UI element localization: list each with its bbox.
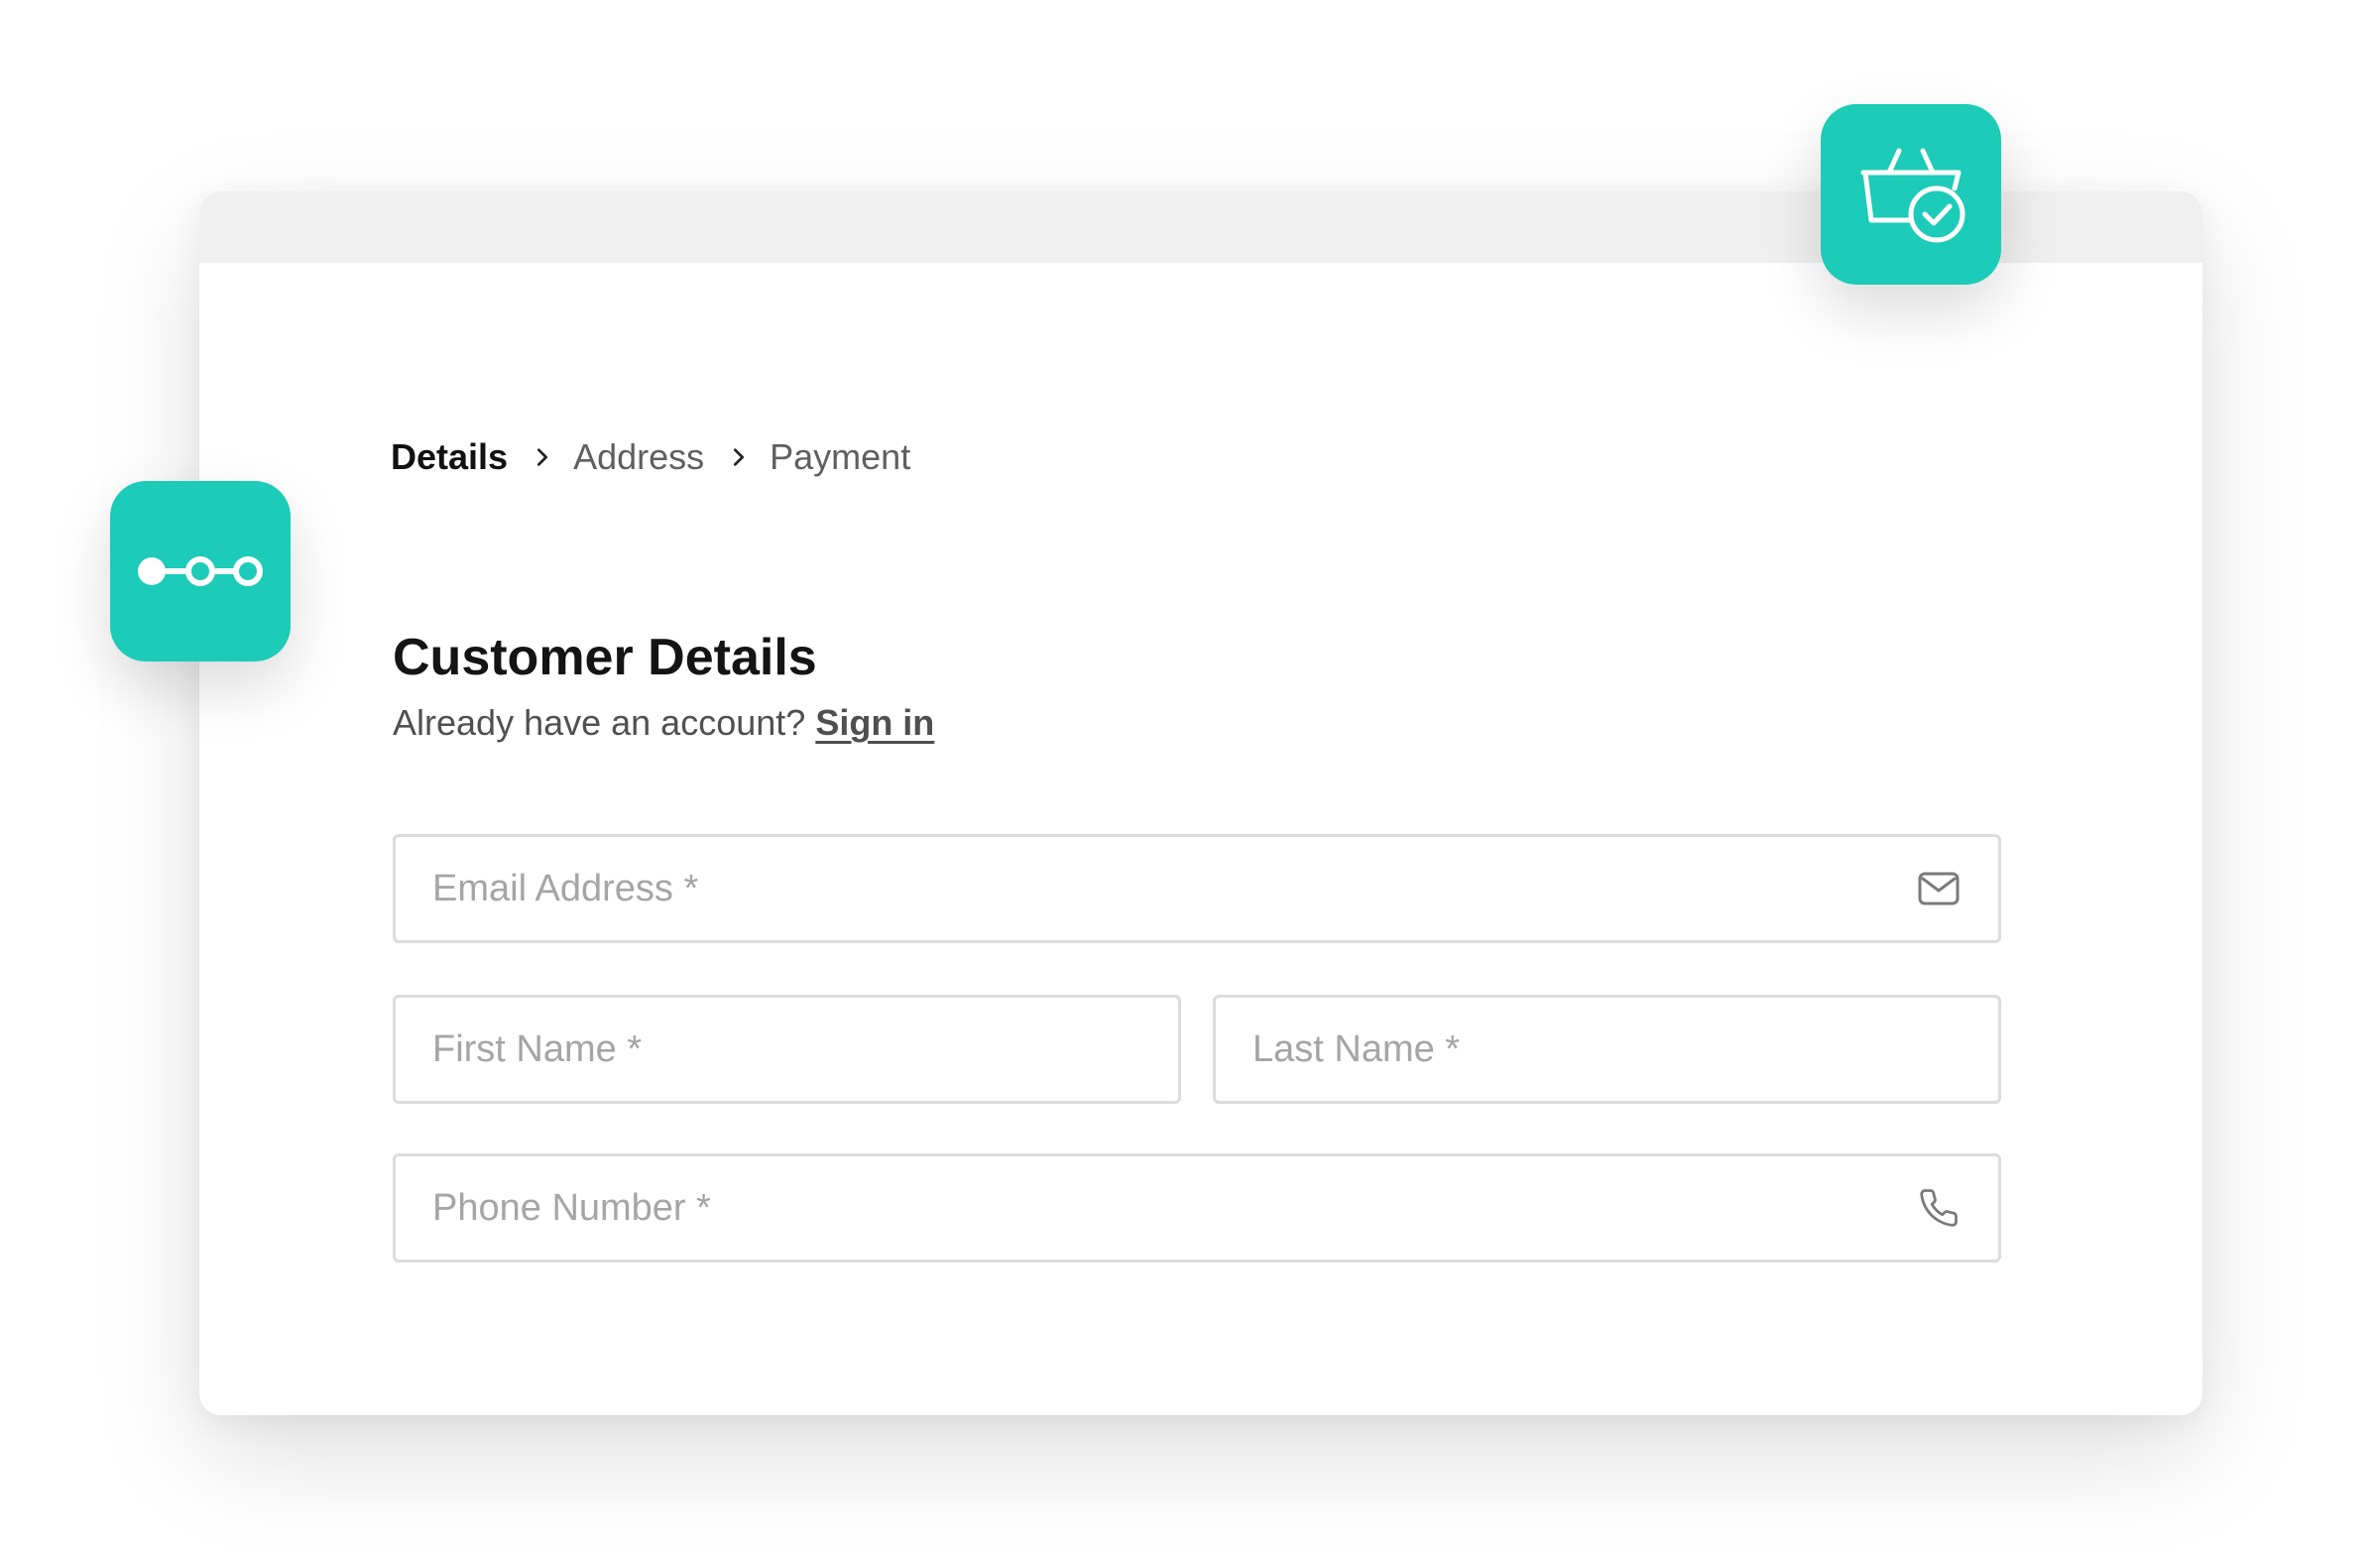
browser-window: Details Address Payment Customer Details… (199, 191, 2202, 1415)
signin-prompt: Already have an account? Sign in (393, 699, 934, 747)
email-input[interactable] (396, 837, 1915, 940)
breadcrumb-step-address[interactable]: Address (573, 427, 704, 487)
signin-link[interactable]: Sign in (815, 702, 934, 743)
breadcrumb-step-details[interactable]: Details (391, 427, 508, 487)
first-name-field[interactable] (393, 995, 1181, 1104)
progress-steps-badge (110, 481, 291, 661)
progress-steps-icon (136, 551, 265, 591)
page-title: Customer Details (393, 629, 817, 686)
phone-field[interactable] (393, 1153, 2001, 1262)
signin-prompt-text: Already have an account? (393, 702, 806, 743)
phone-icon (1915, 1184, 1963, 1232)
email-field[interactable] (393, 834, 2001, 943)
chevron-right-icon (530, 444, 555, 470)
first-name-input[interactable] (396, 998, 1178, 1101)
last-name-input[interactable] (1216, 998, 1998, 1101)
chevron-right-icon (726, 444, 752, 470)
page: Details Address Payment Customer Details… (0, 0, 2380, 1563)
basket-check-icon (1851, 135, 1970, 254)
basket-check-badge (1821, 104, 2001, 285)
checkout-breadcrumb: Details Address Payment (391, 427, 910, 487)
last-name-field[interactable] (1213, 995, 2001, 1104)
envelope-icon (1915, 865, 1963, 912)
phone-input[interactable] (396, 1156, 1915, 1260)
breadcrumb-step-payment[interactable]: Payment (770, 427, 910, 487)
